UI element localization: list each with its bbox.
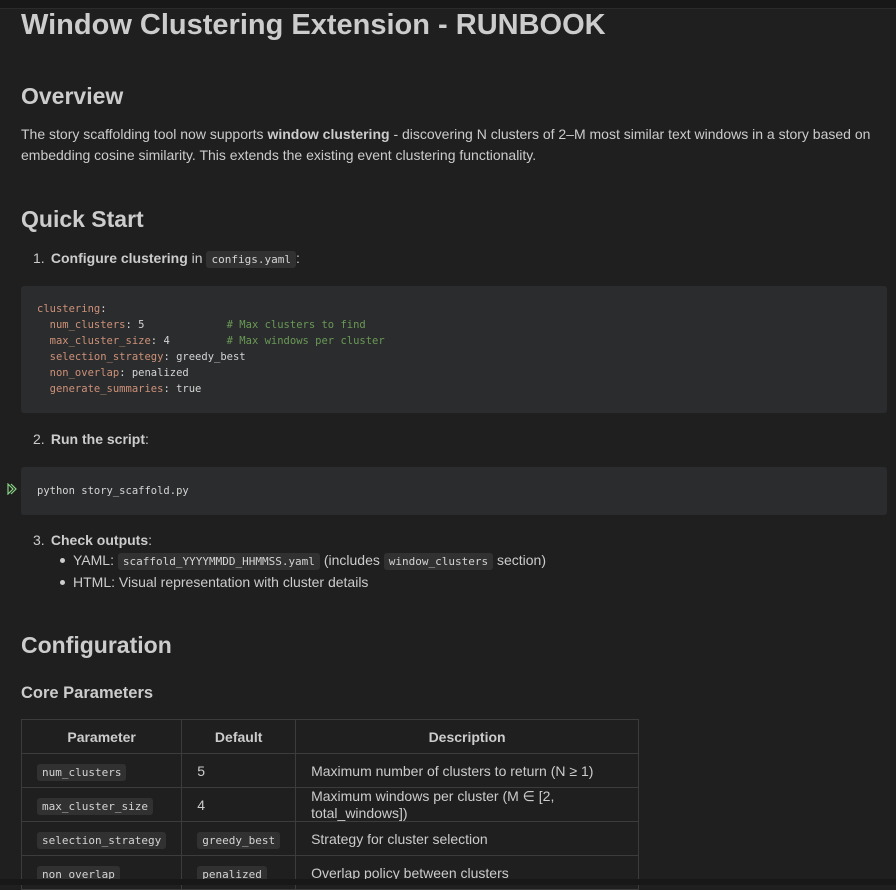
step-3-number: 3. bbox=[33, 532, 45, 548]
overview-bold: window clustering bbox=[267, 126, 390, 142]
yaml-key: selection_strategy bbox=[37, 351, 164, 363]
outputs-list: YAML: scaffold_YYYYMMDD_HHMMSS.yaml (inc… bbox=[59, 550, 547, 594]
yaml-mid: (includes bbox=[319, 552, 384, 568]
yaml-code-block[interactable]: clustering: num_clusters: 5 # Max cluste… bbox=[21, 286, 887, 413]
yaml-line: generate_summaries: true bbox=[37, 381, 871, 397]
editor-top-bar bbox=[0, 0, 896, 9]
header-description: Description bbox=[295, 719, 640, 754]
output-yaml-item: YAML: scaffold_YYYYMMDD_HHMMSS.yaml (inc… bbox=[59, 550, 547, 572]
description-cell: Maximum number of clusters to return (N … bbox=[295, 753, 640, 788]
step-3: 3. Check outputs: bbox=[33, 530, 152, 550]
overview-text-1: The story scaffolding tool now supports bbox=[21, 126, 268, 142]
step-3-bold: Check outputs bbox=[50, 532, 149, 548]
output-html-item: HTML: Visual representation with cluster… bbox=[59, 572, 546, 594]
param-code: num_clusters bbox=[37, 763, 127, 781]
step-1: 1. Configure clustering in configs.yaml: bbox=[33, 248, 300, 270]
core-parameters-heading: Core Parameters bbox=[21, 684, 154, 702]
yaml-comment: # Max windows per cluster bbox=[169, 335, 385, 347]
default-cell: greedy_best bbox=[181, 821, 297, 856]
param-cell: selection_strategy bbox=[20, 821, 183, 856]
yaml-line: num_clusters: 5 # Max clusters to find bbox=[37, 317, 871, 333]
yaml-comment: # Max clusters to find bbox=[144, 319, 366, 331]
param-cell: num_clusters bbox=[20, 753, 183, 788]
table-row: selection_strategy greedy_best Strategy fo… bbox=[20, 821, 640, 856]
yaml-value: : penalized bbox=[119, 367, 189, 379]
run-command: python story_scaffold.py bbox=[37, 485, 189, 497]
param-code: max_cluster_size bbox=[37, 797, 153, 815]
yaml-value: : 5 bbox=[125, 319, 145, 331]
yaml-value: : true bbox=[163, 383, 202, 395]
yaml-key: max_cluster_size bbox=[37, 335, 151, 347]
core-parameters-table: Parameter Default Description num_cluste… bbox=[20, 719, 640, 890]
page-title: Window Clustering Extension - RUNBOOK bbox=[21, 9, 606, 41]
configuration-heading: Configuration bbox=[21, 632, 172, 658]
table-row: num_clusters 5 Maximum number of clusters … bbox=[20, 753, 640, 788]
yaml-key: non_overlap bbox=[37, 367, 120, 379]
overview-heading: Overview bbox=[21, 83, 124, 109]
yaml-tail: section) bbox=[493, 552, 547, 568]
table-row: max_cluster_size 4 Maximum windows per clu… bbox=[20, 787, 640, 822]
description-cell: Maximum windows per cluster (M ∈ [2, tot… bbox=[295, 787, 640, 822]
run-cell-icon-svg bbox=[7, 482, 17, 496]
header-default: Default bbox=[181, 719, 297, 754]
run-cell-icon[interactable] bbox=[7, 482, 17, 496]
quick-start-heading: Quick Start bbox=[21, 206, 144, 232]
table-header-row: Parameter Default Description bbox=[20, 719, 640, 754]
yaml-key: generate_summaries bbox=[37, 383, 164, 395]
step-2-number: 2. bbox=[33, 431, 45, 447]
header-parameter: Parameter bbox=[20, 719, 183, 754]
step-1-mid: in bbox=[187, 250, 207, 266]
yaml-label: YAML: bbox=[73, 552, 118, 568]
param-code: selection_strategy bbox=[37, 831, 167, 849]
yaml-root-key: clustering bbox=[37, 303, 101, 315]
default-cell: 4 bbox=[181, 787, 297, 822]
overview-paragraph: The story scaffolding tool now supports … bbox=[21, 124, 887, 166]
bottom-scrollbar-track[interactable] bbox=[0, 879, 896, 885]
step-1-bold: Configure clustering bbox=[50, 250, 188, 266]
window-clusters-code: window_clusters bbox=[383, 553, 494, 570]
step-1-number: 1. bbox=[33, 250, 45, 266]
default-cell: 5 bbox=[181, 753, 297, 788]
step-2: 2. Run the script: bbox=[33, 429, 149, 449]
yaml-line: selection_strategy: greedy_best bbox=[37, 349, 871, 365]
yaml-line: non_overlap: penalized bbox=[37, 365, 871, 381]
step-2-bold: Run the script bbox=[50, 431, 146, 447]
yaml-filename-code: scaffold_YYYYMMDD_HHMMSS.yaml bbox=[117, 553, 320, 570]
yaml-value: : greedy_best bbox=[163, 351, 246, 363]
step-3-tail: : bbox=[148, 532, 153, 548]
yaml-key: num_clusters bbox=[37, 319, 126, 331]
yaml-line: max_cluster_size: 4 # Max windows per cl… bbox=[37, 333, 871, 349]
default-code: greedy_best bbox=[197, 831, 281, 849]
yaml-value: : 4 bbox=[150, 335, 170, 347]
param-cell: max_cluster_size bbox=[20, 787, 183, 822]
step-2-tail: : bbox=[145, 431, 149, 447]
description-cell: Strategy for cluster selection bbox=[295, 821, 640, 856]
step-1-code: configs.yaml bbox=[206, 251, 296, 268]
step-1-tail: : bbox=[295, 250, 300, 266]
run-code-block[interactable]: python story_scaffold.py bbox=[21, 467, 887, 515]
